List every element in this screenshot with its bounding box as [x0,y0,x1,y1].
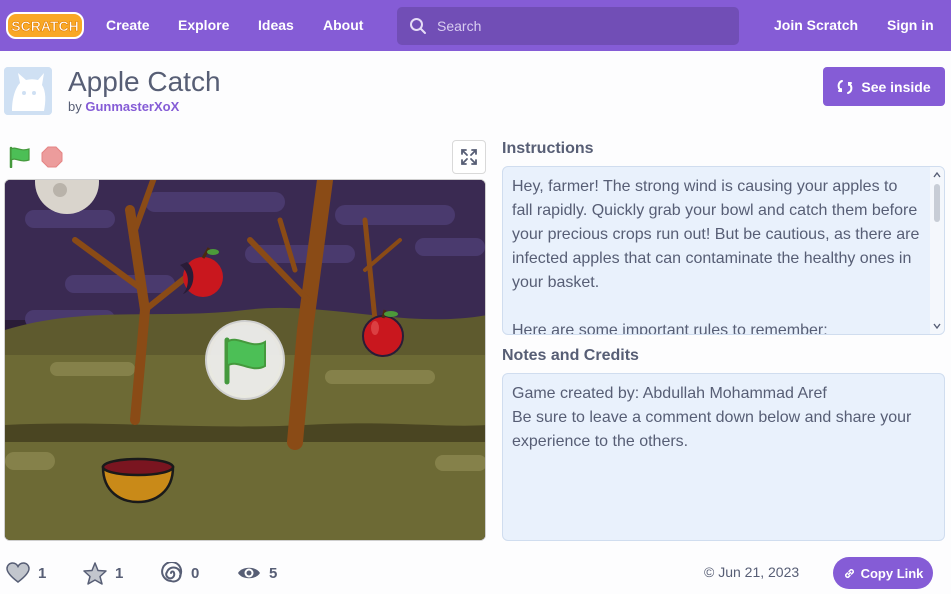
svg-text:SCRATCH: SCRATCH [11,18,78,34]
notes-box[interactable]: Game created by: Abdullah Mohammad Aref … [502,373,945,541]
join-scratch-link[interactable]: Join Scratch [774,0,858,51]
scroll-thumb[interactable] [934,184,940,222]
nav-explore[interactable]: Explore [178,0,229,51]
scroll-down-icon[interactable] [933,322,941,330]
heart-icon [6,562,30,583]
green-flag-overlay [205,320,285,400]
cat-avatar-icon [4,67,52,115]
instructions-paragraph: Hey, farmer! The strong wind is causing … [512,178,920,291]
project-date: © Jun 21, 2023 [704,564,800,580]
see-inside-label: See inside [861,78,931,95]
stop-icon[interactable] [41,146,63,168]
love-count: 1 [38,564,47,582]
scratch-logo[interactable]: SCRATCH [6,11,84,40]
nav-ideas[interactable]: Ideas [258,0,294,51]
stage-scene [5,180,485,540]
author-link[interactable]: GunmasterXoX [85,99,179,114]
fullscreen-button[interactable] [452,140,486,174]
instructions-heading: Instructions [502,140,594,157]
remix-swirl-icon [161,562,183,583]
remix-arrows-icon [837,79,853,94]
search-placeholder: Search [437,18,482,34]
notes-line: Be sure to leave a comment down below an… [512,409,912,450]
love-stat[interactable]: 1 [6,560,46,586]
by-prefix: by [68,99,82,114]
sign-in-link[interactable]: Sign in [887,0,934,51]
notes-line: Game created by: Abdullah Mohammad Aref [512,385,827,402]
project-title: Apple Catch [68,66,221,97]
view-stat: 5 [237,560,277,586]
top-nav: SCRATCH Create Explore Ideas About Searc… [0,0,951,51]
notes-heading: Notes and Credits [502,347,639,364]
nav-about[interactable]: About [323,0,363,51]
copy-link-button[interactable]: Copy Link [833,557,933,589]
star-icon [83,561,107,585]
search-input[interactable]: Search [397,7,739,45]
view-count: 5 [269,564,278,582]
instructions-paragraph: Here are some important rules to remembe… [512,322,828,335]
nav-create[interactable]: Create [106,0,150,51]
byline: by GunmasterXoX [68,99,179,114]
favorite-stat[interactable]: 1 [83,560,123,586]
instructions-box[interactable]: Hey, farmer! The strong wind is causing … [502,166,945,335]
green-flag-icon[interactable] [8,146,32,168]
link-icon [844,568,854,578]
project-stage[interactable] [4,179,486,541]
scroll-up-icon[interactable] [933,171,941,179]
remix-stat: 0 [161,560,199,586]
eye-icon [238,567,260,579]
fullscreen-icon [461,149,477,165]
remix-count: 0 [191,564,200,582]
see-inside-button[interactable]: See inside [823,67,945,106]
search-icon [410,18,426,34]
copy-link-label: Copy Link [860,565,924,581]
favorite-count: 1 [115,564,124,582]
instructions-scrollbar[interactable] [930,167,944,334]
author-avatar[interactable] [4,67,52,115]
